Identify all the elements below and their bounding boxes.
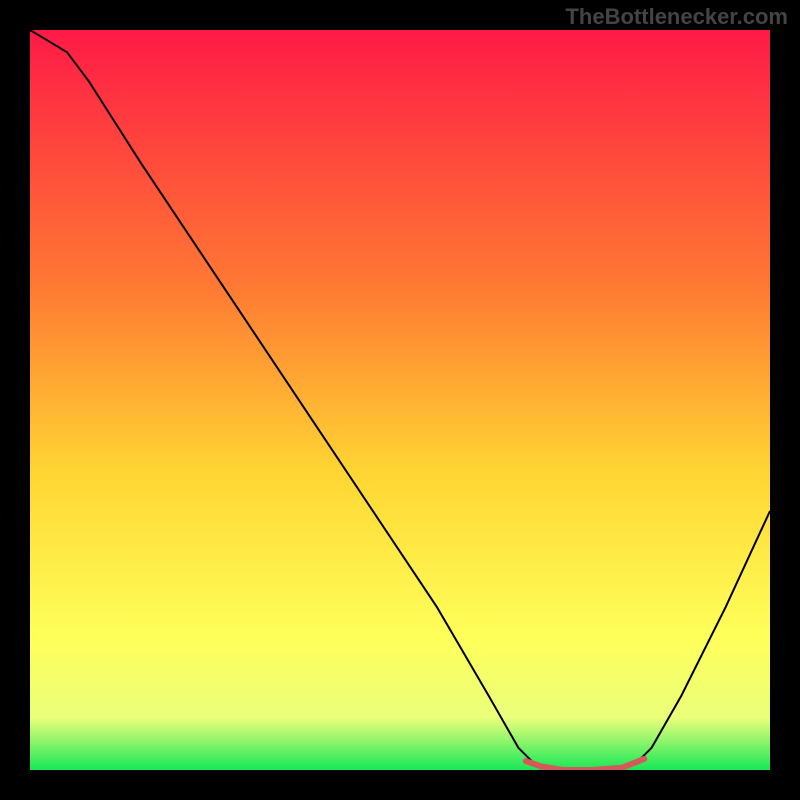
- optimal-flat-highlight: [526, 759, 644, 770]
- chart-curves: [30, 30, 770, 770]
- bottleneck-curve: [30, 30, 770, 770]
- chart-plot-area: [30, 30, 770, 770]
- watermark: TheBottlenecker.com: [565, 4, 788, 30]
